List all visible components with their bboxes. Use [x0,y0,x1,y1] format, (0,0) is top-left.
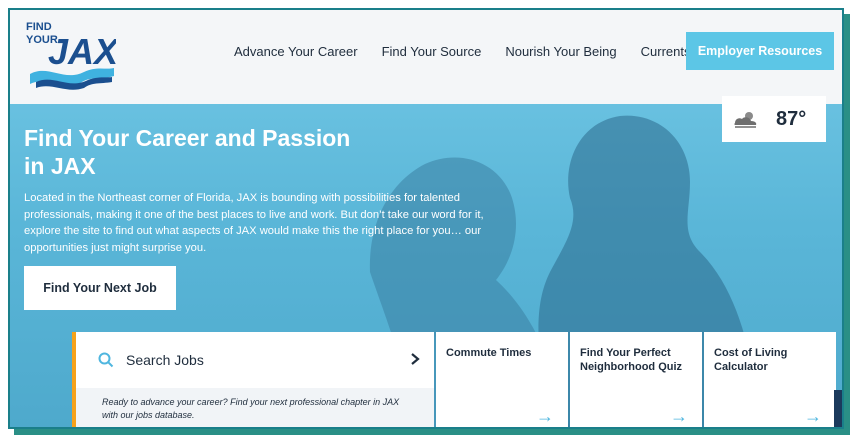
nav-find-your-source[interactable]: Find Your Source [382,44,482,59]
find-next-job-button[interactable]: Find Your Next Job [24,266,176,310]
nav-currents[interactable]: Currents [641,44,691,59]
employer-resources-button[interactable]: Employer Resources [686,32,834,70]
chevron-right-icon[interactable] [410,352,420,366]
nav-advance-your-career[interactable]: Advance Your Career [234,44,358,59]
search-jobs-card[interactable]: Search Jobs Ready to advance your career… [72,332,434,427]
search-jobs-note: Ready to advance your career? Find your … [76,388,434,427]
weather-temperature: 87° [776,107,807,130]
find-your-jax-logo[interactable]: FIND YOUR JAX [24,18,116,90]
search-icon [98,352,114,368]
tile-commute-times[interactable]: Commute Times → [436,332,568,427]
main-nav: Advance Your Career Find Your Source Nou… [234,44,691,59]
search-jobs-row[interactable]: Search Jobs [76,332,434,388]
hero-description: Located in the Northeast corner of Flori… [24,192,484,254]
nav-nourish-your-being[interactable]: Nourish Your Being [505,44,616,59]
arrow-right-icon: → [536,406,554,426]
arrow-right-icon: → [804,406,822,426]
svg-text:JAX: JAX [48,31,116,72]
search-jobs-label: Search Jobs [126,352,204,368]
tile-neighborhood-quiz[interactable]: Find Your Perfect Neighborhood Quiz → [570,332,702,427]
hero-title: Find Your Career and Passion in JAX [24,125,351,179]
arrow-right-icon: → [670,406,688,426]
partly-cloudy-icon [734,112,757,128]
tile-label: Commute Times [446,347,532,359]
browser-frame: FIND YOUR JAX Advance Your Career Find Y… [8,8,844,429]
tile-label: Find Your Perfect Neighborhood Quiz [580,347,683,373]
site-header: FIND YOUR JAX Advance Your Career Find Y… [10,10,842,104]
tile-label: Cost of Living Calculator [714,347,788,373]
navy-accent-strip [834,390,842,427]
weather-widget: 87° [722,96,826,142]
tile-cost-of-living[interactable]: Cost of Living Calculator → [704,332,836,427]
